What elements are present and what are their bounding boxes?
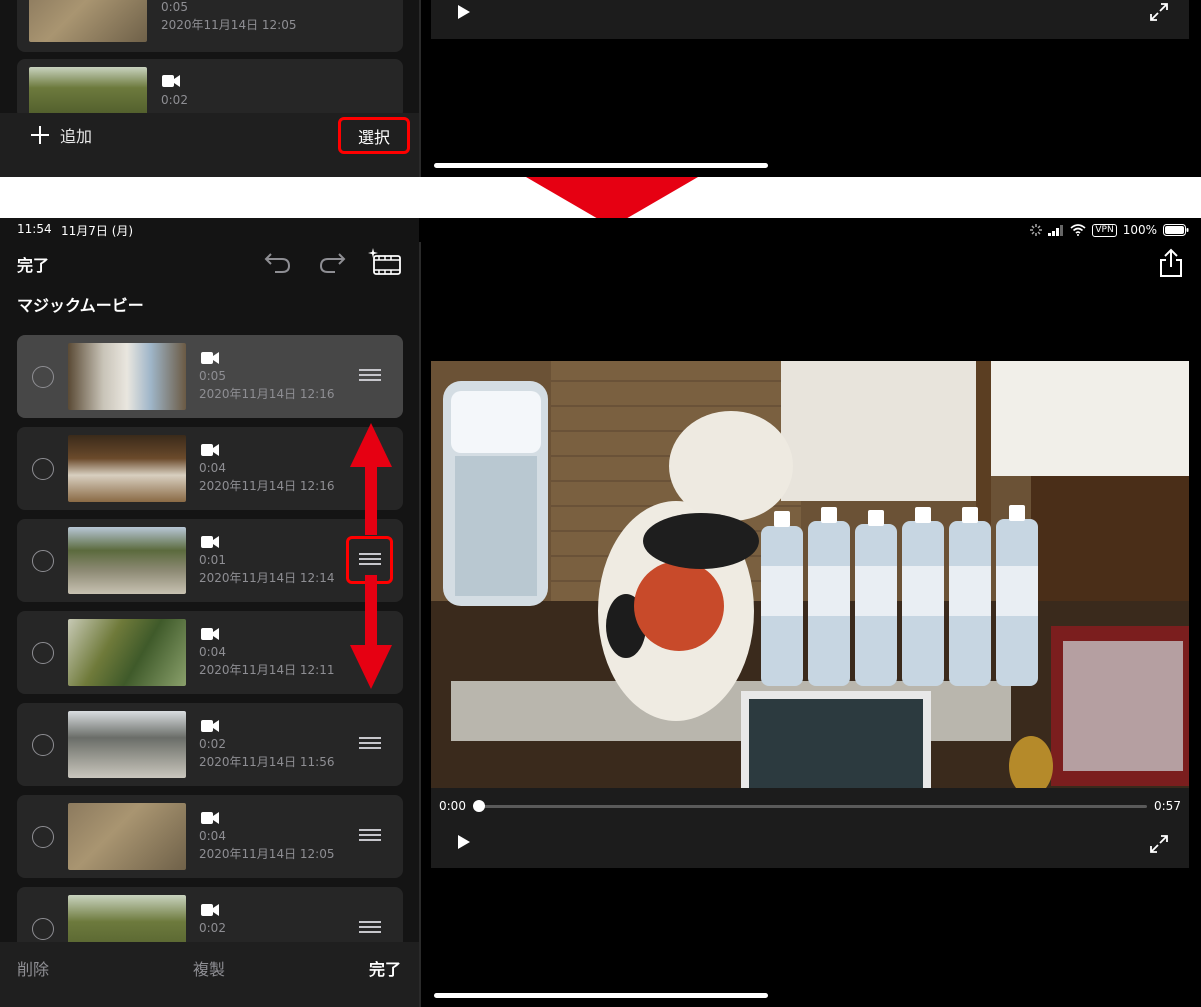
clip-date: 2020年11月14日 12:05 (199, 847, 335, 861)
current-time: 0:00 (439, 799, 466, 813)
home-indicator (434, 993, 768, 998)
clip-duration: 0:02 (199, 921, 226, 935)
done-button[interactable]: 完了 (17, 252, 49, 276)
clip-duration: 0:05 (199, 369, 226, 383)
clip-row[interactable]: 0:04 2020年11月14日 12:11 (17, 611, 403, 694)
clip-duration: 0:04 (199, 645, 226, 659)
scrubber-track[interactable] (481, 805, 1147, 808)
plus-icon (31, 126, 49, 144)
clip-date: 2020年11月14日 12:05 (161, 18, 297, 32)
reorder-handle-icon[interactable] (359, 829, 381, 843)
list-item[interactable]: 0:05 2020年11月14日 12:05 (17, 0, 403, 52)
magic-movie-icon[interactable] (368, 248, 402, 276)
total-time: 0:57 (1154, 799, 1181, 813)
video-frame (431, 361, 1189, 788)
done-button[interactable]: 完了 (369, 956, 401, 980)
vpn-badge: VPN (1092, 223, 1117, 237)
previous-screen-crop: 0:05 2020年11月14日 12:05 0:02 追加 選択 (0, 0, 1201, 177)
clip-thumbnail (68, 435, 186, 502)
battery-icon (1163, 224, 1189, 236)
home-indicator (434, 163, 768, 168)
select-radio[interactable] (32, 642, 54, 664)
list-item[interactable]: 0:02 (17, 59, 403, 119)
video-camera-icon (201, 444, 219, 456)
fullscreen-icon[interactable] (1149, 2, 1169, 22)
select-radio[interactable] (32, 734, 54, 756)
loading-spinner-icon (1030, 224, 1043, 236)
wifi-icon (1070, 224, 1086, 236)
redo-icon[interactable] (315, 248, 347, 276)
video-camera-icon (201, 812, 219, 824)
clip-duration: 0:04 (199, 461, 226, 475)
add-label: 追加 (60, 127, 93, 146)
video-camera-icon (162, 75, 180, 87)
clip-date: 2020年11月14日 12:16 (199, 479, 335, 493)
video-camera-icon (201, 352, 219, 364)
play-icon[interactable] (457, 834, 471, 850)
clip-row[interactable]: 0:05 2020年11月14日 12:16 (17, 335, 403, 418)
video-camera-icon (201, 536, 219, 548)
scrubber-knob[interactable] (473, 800, 485, 812)
select-radio[interactable] (32, 458, 54, 480)
clip-thumbnail (68, 803, 186, 870)
delete-button[interactable]: 削除 (17, 956, 49, 980)
select-radio[interactable] (32, 550, 54, 572)
video-camera-icon (201, 720, 219, 732)
player-controls-strip (431, 0, 1189, 39)
battery-percent: 100% (1122, 223, 1157, 237)
clip-thumbnail (68, 343, 186, 410)
reorder-handle-icon[interactable] (359, 921, 381, 935)
clip-duration: 0:02 (199, 737, 226, 751)
select-radio[interactable] (32, 366, 54, 388)
clip-date: 2020年11月14日 11:56 (199, 755, 335, 769)
status-indicators: VPN 100% (1030, 223, 1189, 237)
clip-duration: 0:05 (161, 0, 188, 14)
clip-thumbnail (68, 711, 186, 778)
undo-icon[interactable] (263, 248, 295, 276)
duplicate-button[interactable]: 複製 (193, 956, 225, 980)
reorder-handle-icon[interactable] (359, 737, 381, 751)
reorder-arrow-icon (350, 423, 392, 689)
bottom-toolbar: 削除 複製 完了 (0, 942, 419, 1007)
video-preview[interactable] (431, 361, 1189, 788)
clip-date: 2020年11月14日 12:11 (199, 663, 335, 677)
clip-thumbnail (68, 527, 186, 594)
status-time: 11:54 (17, 222, 52, 236)
play-icon[interactable] (457, 4, 471, 20)
video-camera-icon (201, 628, 219, 640)
cellular-signal-icon (1048, 224, 1064, 236)
video-camera-icon (201, 904, 219, 916)
clip-row[interactable]: 0:04 2020年11月14日 12:16 (17, 427, 403, 510)
panel-divider (419, 242, 421, 1007)
fullscreen-icon[interactable] (1149, 834, 1169, 854)
clip-thumbnail (29, 67, 147, 119)
share-icon[interactable] (1158, 248, 1184, 278)
clip-thumbnail (29, 0, 147, 42)
clip-thumbnail (68, 619, 186, 686)
clip-duration: 0:02 (161, 93, 188, 107)
clip-date: 2020年11月14日 12:14 (199, 571, 335, 585)
clip-row[interactable]: 0:02 2020年11月14日 11:56 (17, 703, 403, 786)
status-date: 11月7日 (月) (61, 224, 134, 238)
select-radio[interactable] (32, 826, 54, 848)
clip-duration: 0:04 (199, 829, 226, 843)
reorder-handle-icon[interactable] (359, 369, 381, 383)
panel-divider (419, 0, 421, 177)
add-button[interactable]: 追加 (30, 125, 93, 146)
page-title: マジックムービー (17, 296, 144, 315)
select-button[interactable]: 選択 (338, 117, 410, 154)
player-controls: 0:00 0:57 (431, 788, 1189, 868)
clip-date: 2020年11月14日 12:16 (199, 387, 335, 401)
clip-duration: 0:01 (199, 553, 226, 567)
select-radio[interactable] (32, 918, 54, 940)
imovie-magic-movie-screen: 11:54 11月7日 (月) VPN 100% 完了 マジックムービー 0:0… (0, 218, 1201, 1007)
clip-row[interactable]: 0:04 2020年11月14日 12:05 (17, 795, 403, 878)
